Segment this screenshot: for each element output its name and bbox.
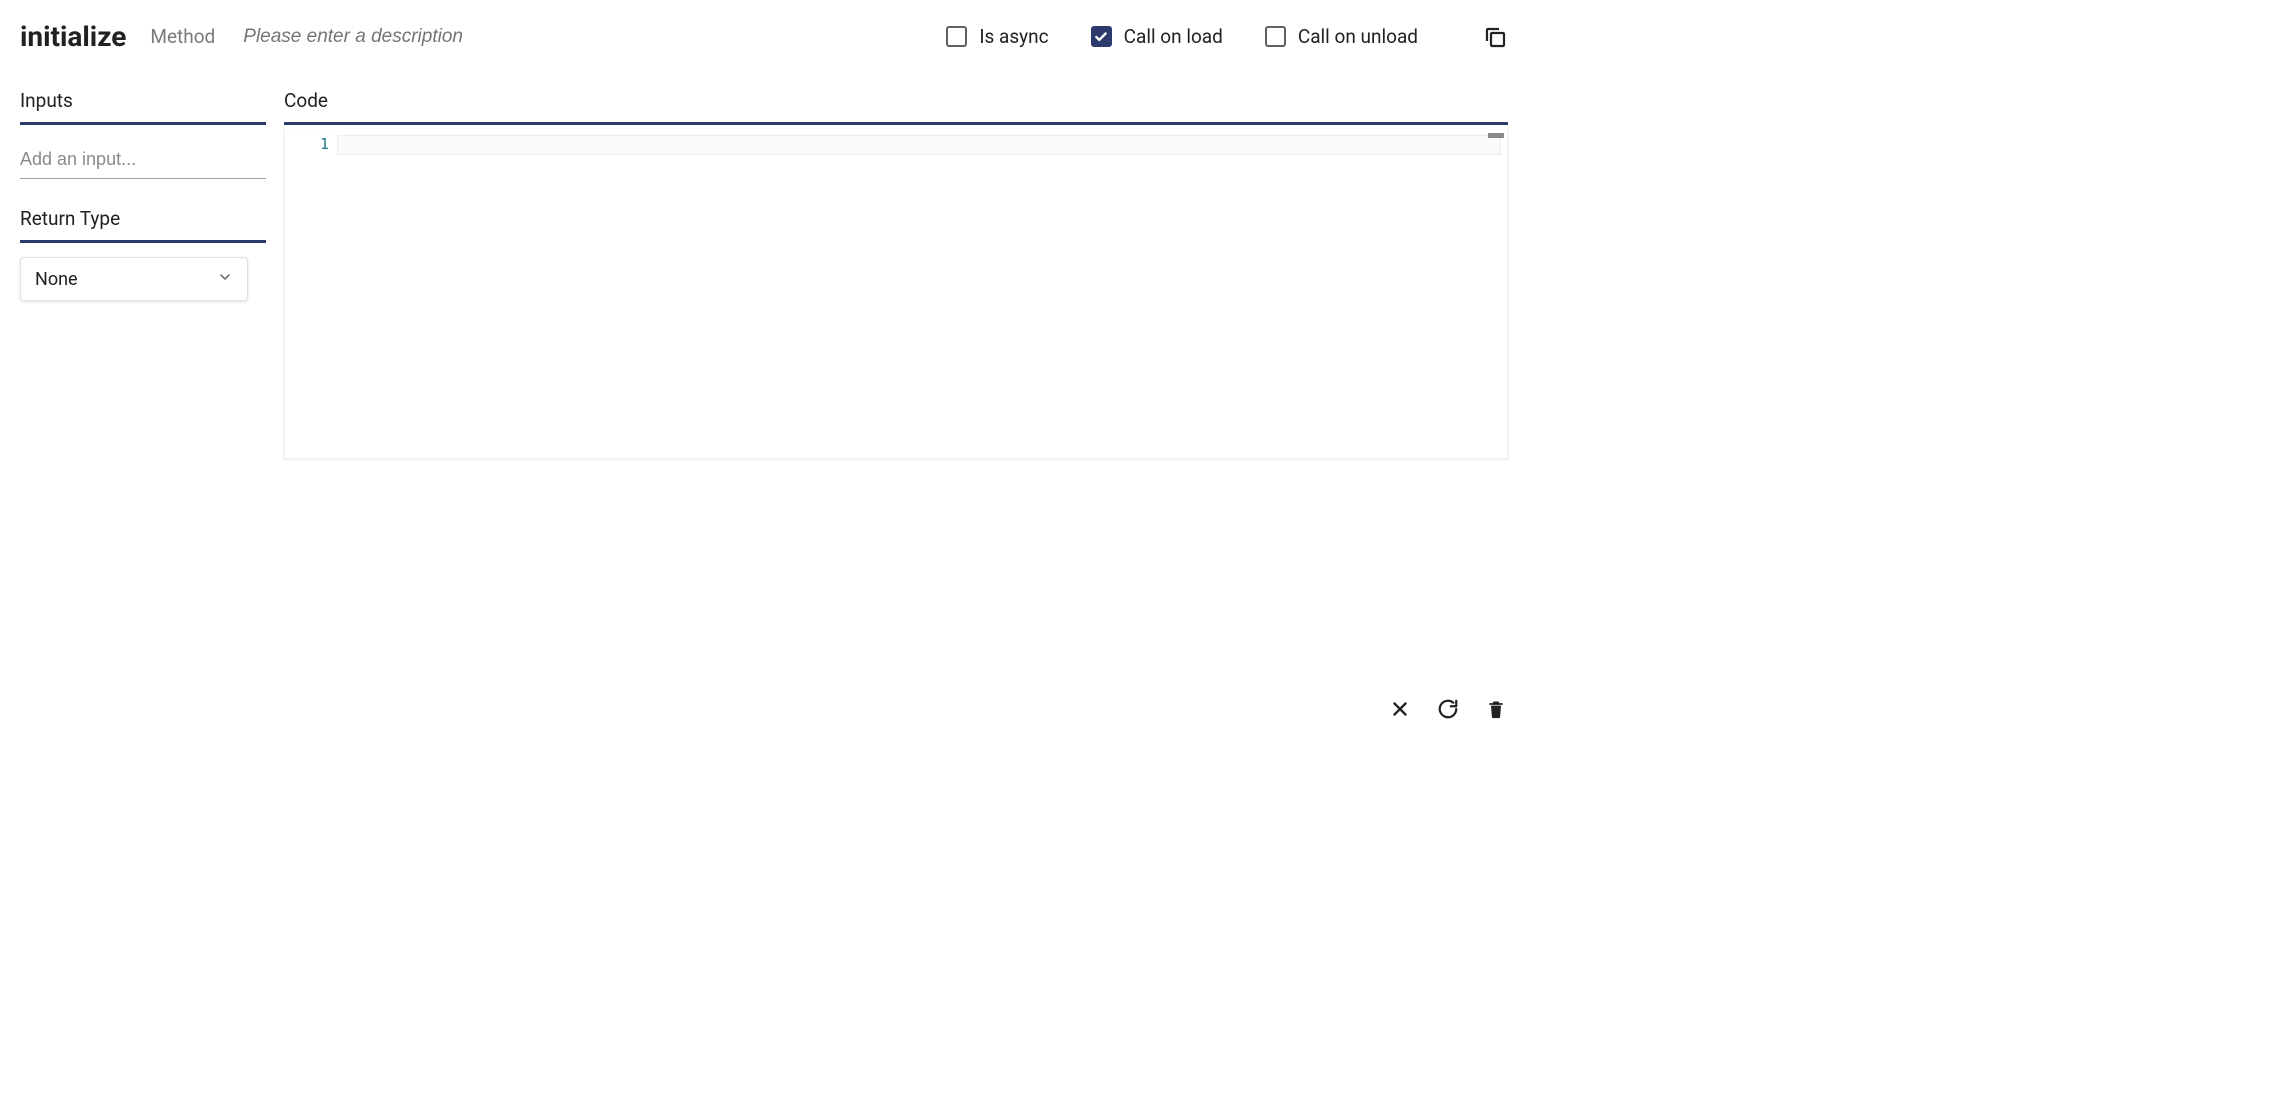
trash-icon: [1486, 698, 1506, 720]
minimap-indicator: [1488, 133, 1504, 138]
copy-icon: [1483, 25, 1507, 49]
call-on-load-label: Call on load: [1124, 25, 1223, 48]
call-on-load-checkbox-group[interactable]: Call on load: [1091, 25, 1223, 48]
refresh-icon: [1437, 698, 1459, 720]
add-input-field[interactable]: [20, 143, 266, 179]
return-type-heading: Return Type: [20, 207, 266, 243]
code-editor-body[interactable]: [337, 129, 1507, 458]
return-type-value: None: [35, 269, 78, 290]
code-heading: Code: [284, 89, 1508, 125]
method-type-label: Method: [150, 25, 215, 48]
close-button[interactable]: [1388, 697, 1412, 721]
gutter-line-number: 1: [285, 135, 329, 153]
inputs-heading: Inputs: [20, 89, 266, 125]
checkbox-icon: [1265, 26, 1286, 47]
delete-button[interactable]: [1484, 697, 1508, 721]
is-async-checkbox-group[interactable]: Is async: [946, 25, 1048, 48]
refresh-button[interactable]: [1436, 697, 1460, 721]
method-name-input[interactable]: initialize: [20, 20, 126, 53]
return-type-select[interactable]: None: [20, 257, 248, 301]
method-header: initialize Method Is async Call on load …: [20, 20, 1508, 53]
code-current-line[interactable]: [337, 135, 1501, 155]
call-on-unload-label: Call on unload: [1298, 25, 1418, 48]
left-column: Inputs Return Type None: [20, 89, 266, 459]
code-gutter: 1: [285, 129, 337, 458]
close-icon: [1389, 698, 1411, 720]
copy-button[interactable]: [1482, 24, 1508, 50]
right-column: Code 1: [284, 89, 1508, 459]
call-on-unload-checkbox-group[interactable]: Call on unload: [1265, 25, 1418, 48]
code-editor[interactable]: 1: [284, 129, 1508, 459]
checkbox-icon: [1091, 26, 1112, 47]
body-columns: Inputs Return Type None Code 1: [20, 89, 1508, 459]
chevron-down-icon: [217, 269, 233, 290]
footer-actions: [1388, 697, 1508, 721]
code-area-wrap: 1: [284, 129, 1508, 459]
description-input[interactable]: [243, 26, 543, 48]
checkbox-icon: [946, 26, 967, 47]
is-async-label: Is async: [979, 25, 1048, 48]
